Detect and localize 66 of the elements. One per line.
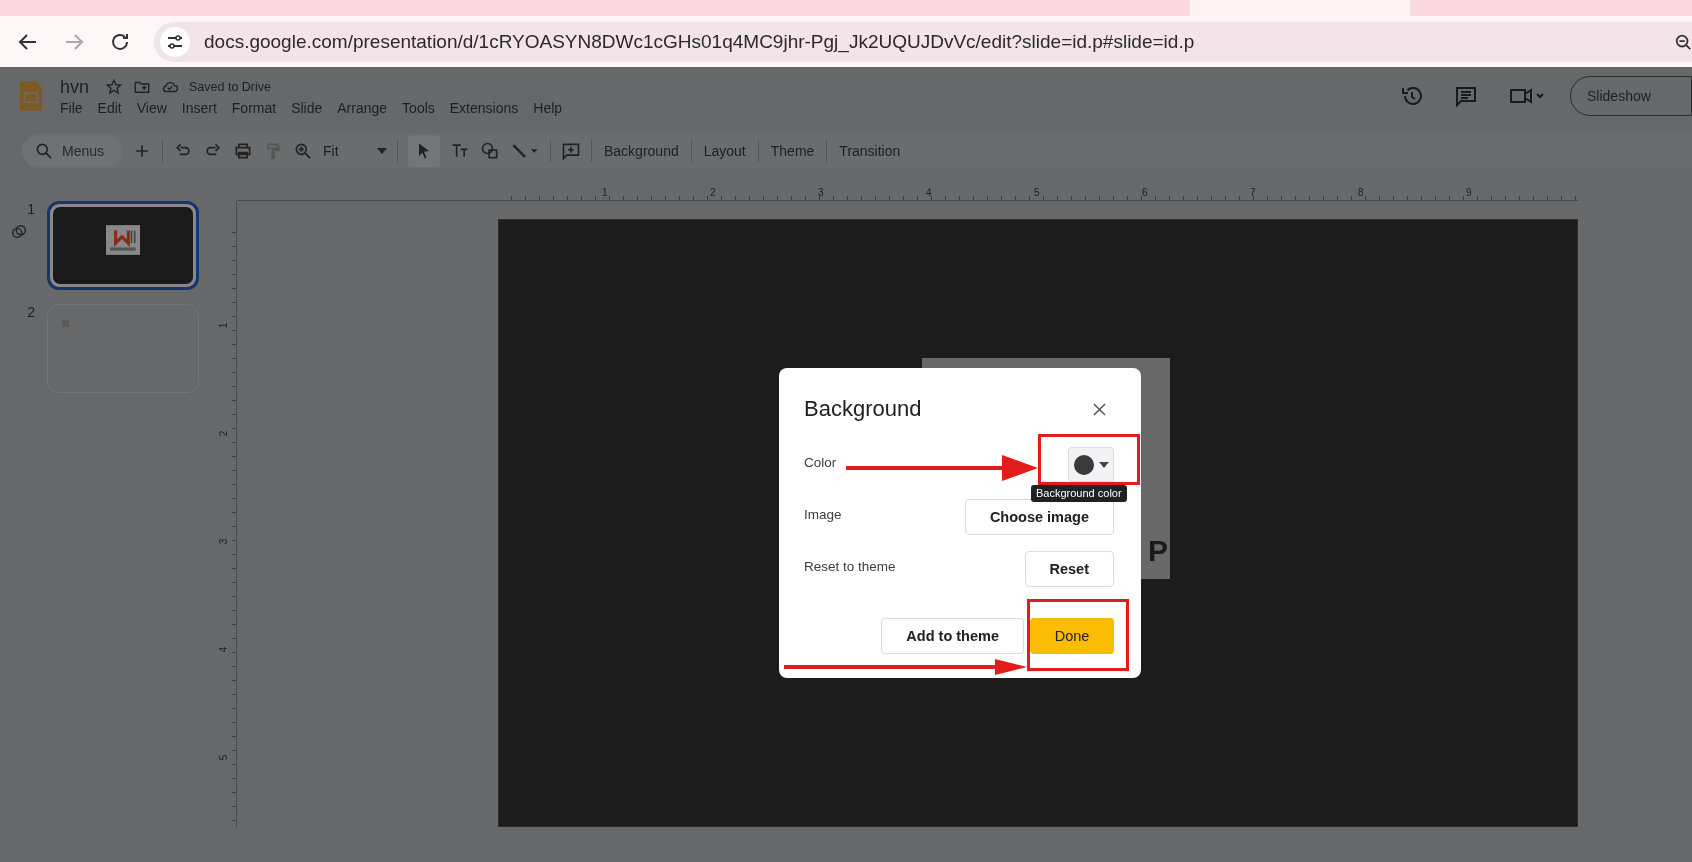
zoom-out-icon[interactable] bbox=[1674, 32, 1692, 51]
ruler-label: 2 bbox=[218, 430, 230, 437]
menu-item[interactable]: Edit bbox=[97, 99, 122, 116]
document-title[interactable]: hvn bbox=[60, 76, 90, 98]
ruler-label: 5 bbox=[1034, 187, 1040, 198]
menus-search-field[interactable]: Menus bbox=[22, 135, 122, 167]
ruler-label: 7 bbox=[1250, 187, 1256, 198]
star-icon[interactable] bbox=[105, 78, 124, 96]
add-to-theme-button[interactable]: Add to theme bbox=[881, 618, 1024, 654]
slide-thumbnail[interactable] bbox=[47, 304, 199, 393]
slide-thumbnail[interactable] bbox=[47, 201, 199, 290]
zoom-icon[interactable] bbox=[293, 141, 313, 161]
ruler-label: 3 bbox=[818, 187, 824, 198]
menu-item[interactable]: Help bbox=[533, 99, 563, 116]
menu-item[interactable]: File bbox=[60, 99, 83, 116]
ruler-label: 8 bbox=[1358, 187, 1364, 198]
done-button[interactable]: Done bbox=[1030, 618, 1114, 654]
tooltip: Background color bbox=[1031, 485, 1127, 502]
ruler-label: 2 bbox=[710, 187, 716, 198]
menu-item[interactable]: Tools bbox=[402, 99, 435, 116]
menu-item[interactable]: Extensions bbox=[449, 99, 519, 116]
menu-item[interactable]: Arrange bbox=[337, 99, 388, 116]
print-icon[interactable] bbox=[233, 141, 253, 161]
zoom-dropdown[interactable]: Fit bbox=[323, 143, 387, 159]
menu-item[interactable]: Slide bbox=[291, 99, 323, 116]
save-status: Saved to Drive bbox=[189, 80, 271, 94]
ruler-label: 1 bbox=[602, 187, 608, 198]
toolbar-text-button[interactable]: Transition bbox=[837, 143, 903, 159]
search-icon bbox=[34, 141, 54, 161]
slide-text: P bbox=[1148, 534, 1168, 568]
caret-icon bbox=[377, 148, 387, 154]
ruler-label: 4 bbox=[218, 646, 230, 653]
history-icon[interactable] bbox=[1400, 84, 1424, 108]
row-label: Image bbox=[804, 506, 842, 522]
menu-item[interactable]: View bbox=[136, 99, 167, 116]
ruler-label: 3 bbox=[218, 538, 230, 545]
color-picker-button[interactable] bbox=[1068, 447, 1114, 482]
ruler-label: 6 bbox=[1142, 187, 1148, 198]
address-bar[interactable]: docs.google.com/presentation/d/1cRYOASYN8DWc1cGHs01q4MC9jhr-Pgj_Jk2UQUJDvVc/edit?slide=id.p#slide=id.p bbox=[154, 21, 1692, 62]
menu-item[interactable]: Insert bbox=[181, 99, 217, 116]
logo-drawing bbox=[106, 225, 140, 255]
caret-icon bbox=[1098, 461, 1109, 468]
ruler-label: 5 bbox=[218, 754, 230, 761]
linked-rings-icon bbox=[9, 223, 28, 241]
close-icon[interactable] bbox=[1093, 402, 1106, 416]
slide-number: 1 bbox=[27, 201, 35, 217]
toolbar-text-button[interactable]: Layout bbox=[701, 143, 748, 159]
url-text: docs.google.com/presentation/d/1cRYOASYN8DWc1cGHs01q4MC9jhr-Pgj_Jk2UQUJDvVc/edit?slide=id.p#slide=id.p bbox=[204, 30, 1196, 53]
ruler-label: 4 bbox=[926, 187, 932, 198]
menu-item[interactable]: Format bbox=[231, 99, 277, 116]
cursor-icon[interactable] bbox=[408, 135, 440, 167]
toolbar-text-button[interactable]: Theme bbox=[768, 143, 817, 159]
slide-number: 2 bbox=[27, 304, 35, 320]
toolbar-text-button[interactable]: Background bbox=[602, 143, 681, 159]
comment-icon[interactable] bbox=[1454, 84, 1478, 108]
color-swatch-icon bbox=[1073, 454, 1094, 475]
site-settings-icon[interactable] bbox=[160, 26, 190, 57]
row-label: Reset to theme bbox=[804, 558, 896, 574]
dialog-button[interactable]: Reset bbox=[1024, 551, 1114, 587]
shapes-icon[interactable] bbox=[480, 141, 500, 161]
dialog-title: Background bbox=[804, 396, 922, 422]
dialog-button[interactable]: Choose image bbox=[964, 499, 1114, 535]
ruler-label: 9 bbox=[1466, 187, 1472, 198]
add-comment-icon[interactable] bbox=[561, 141, 581, 161]
ruler-label: 1 bbox=[218, 322, 230, 329]
row-label: Color bbox=[804, 454, 837, 470]
